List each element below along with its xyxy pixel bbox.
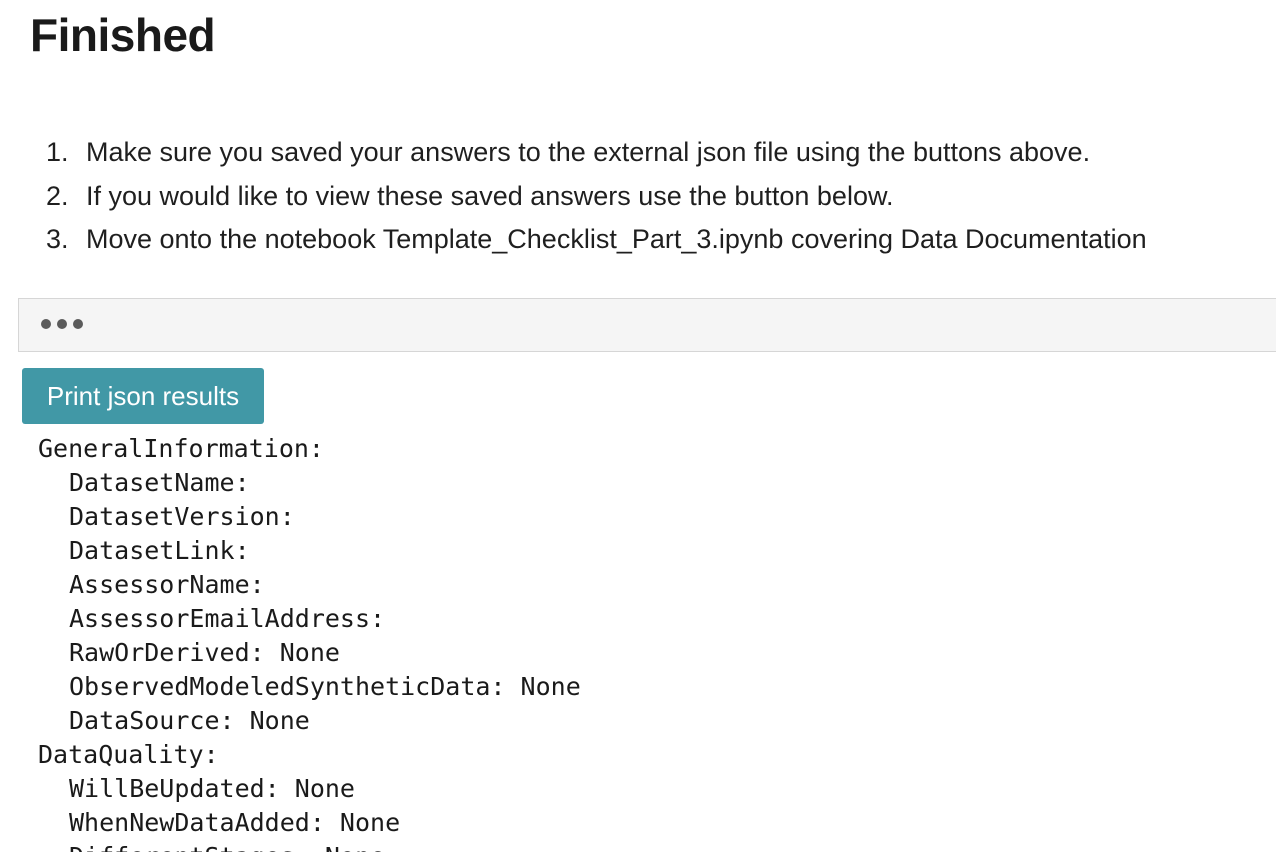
json-output-line: ObservedModeledSyntheticData: None: [69, 672, 581, 701]
json-output-line: DataSource: None: [69, 706, 310, 735]
collapsed-output-toggle[interactable]: [18, 298, 1276, 352]
instruction-number: 2.: [46, 180, 69, 211]
json-output-line: WillBeUpdated: None: [69, 774, 355, 803]
json-output-line: DifferentStages: None: [38, 840, 581, 852]
json-output: GeneralInformation: DatasetName: DatasetVe…: [38, 432, 581, 852]
json-output-line: DatasetName:: [69, 468, 250, 497]
instruction-text: If you would like to view these saved an…: [86, 180, 894, 211]
ellipsis-dot: [57, 319, 67, 329]
json-output-line: DatasetVersion:: [69, 502, 295, 531]
instruction-number: 1.: [46, 137, 69, 167]
json-output-line: DataQuality:: [38, 740, 219, 769]
print-json-results-button[interactable]: Print json results: [22, 368, 264, 424]
json-output-line: DatasetLink:: [69, 536, 250, 565]
ellipsis-dot: [41, 319, 51, 329]
json-output-line: AssessorName:: [69, 570, 265, 599]
json-output-line: WhenNewDataAdded: None: [69, 808, 401, 837]
json-output-line: RawOrDerived: None: [69, 638, 340, 667]
json-output-line: AssessorEmailAddress:: [69, 604, 386, 633]
ellipsis-icon: [41, 319, 83, 329]
instruction-number: 3.: [46, 224, 69, 254]
instruction-text: Move onto the notebook Template_Checklis…: [86, 224, 1147, 254]
ellipsis-dot: [73, 319, 83, 329]
page-title: Finished: [30, 9, 216, 61]
json-output-line: GeneralInformation:: [38, 434, 324, 463]
instruction-text: Make sure you saved your answers to the …: [86, 137, 1091, 167]
